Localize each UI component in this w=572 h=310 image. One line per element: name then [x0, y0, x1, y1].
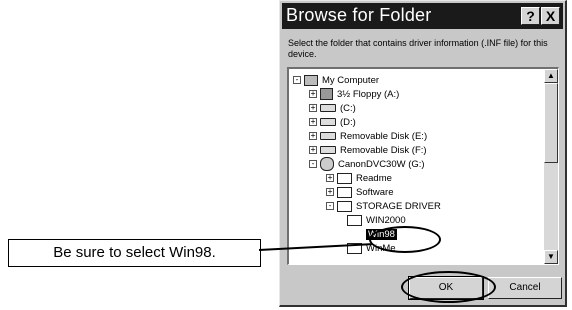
tree-item-label: (D:)	[340, 116, 356, 128]
floppy-drive-icon	[320, 88, 333, 100]
tree-item-label: WIN2000	[366, 214, 406, 226]
removable-disk-icon	[320, 146, 336, 154]
tree-item-label: Readme	[356, 172, 392, 184]
open-folder-icon	[347, 228, 362, 240]
expand-icon[interactable]: +	[309, 90, 317, 98]
folder-icon	[337, 200, 352, 212]
tree-item-canon-drive[interactable]: - CanonDVC30W (G:)	[309, 157, 425, 171]
dialog-title: Browse for Folder	[286, 5, 432, 25]
cancel-button[interactable]: Cancel	[488, 277, 562, 299]
hard-drive-icon	[320, 118, 336, 126]
expand-icon[interactable]: +	[309, 132, 317, 140]
tree-item-label: Software	[356, 186, 394, 198]
tree-item-label: 3½ Floppy (A:)	[337, 88, 400, 100]
tree-item-win2000[interactable]: WIN2000	[347, 213, 406, 227]
tree-item-readme[interactable]: + Readme	[326, 171, 392, 185]
browse-for-folder-dialog: Browse for Folder ? X Select the folder …	[279, 0, 567, 307]
tree-item-drive-d[interactable]: + (D:)	[309, 115, 356, 129]
ok-highlight-ring	[401, 271, 496, 303]
close-button[interactable]: X	[541, 7, 560, 25]
vertical-scrollbar[interactable]: ▲ ▼	[544, 69, 558, 264]
collapse-icon[interactable]: -	[309, 160, 317, 168]
tree-item-storage-driver[interactable]: - STORAGE DRIVER	[326, 199, 441, 213]
tree-item-label: Removable Disk (E:)	[340, 130, 428, 142]
tree-item-label: STORAGE DRIVER	[356, 200, 441, 212]
removable-disk-icon	[320, 132, 336, 140]
scroll-up-arrow-icon[interactable]: ▲	[544, 69, 558, 83]
tree-item-label: My Computer	[322, 74, 380, 86]
camera-drive-icon	[320, 157, 334, 171]
collapse-icon[interactable]: -	[293, 76, 301, 84]
computer-icon	[304, 74, 318, 86]
expand-icon[interactable]: +	[309, 146, 317, 154]
instruction-callout: Be sure to select Win98.	[8, 239, 261, 267]
folder-icon	[347, 214, 362, 226]
tree-item-label: Removable Disk (F:)	[340, 144, 427, 156]
hard-drive-icon	[320, 104, 336, 112]
instruction-text: Select the folder that contains driver i…	[288, 38, 548, 59]
tree-item-label: CanonDVC30W (G:)	[338, 158, 425, 170]
expand-icon[interactable]: +	[309, 104, 317, 112]
expand-icon[interactable]: +	[326, 174, 334, 182]
tree-item-drive-c[interactable]: + (C:)	[309, 101, 356, 115]
folder-icon	[337, 172, 352, 184]
tree-item-label: (C:)	[340, 102, 356, 114]
tree-item-my-computer[interactable]: - My Computer	[293, 73, 379, 87]
tree-item-removable-e[interactable]: + Removable Disk (E:)	[309, 129, 427, 143]
title-bar[interactable]: Browse for Folder ? X	[282, 3, 563, 29]
scroll-down-arrow-icon[interactable]: ▼	[544, 250, 558, 264]
scroll-thumb[interactable]	[544, 83, 558, 163]
tree-item-removable-f[interactable]: + Removable Disk (F:)	[309, 143, 427, 157]
collapse-icon[interactable]: -	[326, 202, 334, 210]
tree-item-software[interactable]: + Software	[326, 185, 394, 199]
help-button[interactable]: ?	[521, 7, 540, 25]
expand-icon[interactable]: +	[309, 118, 317, 126]
folder-icon	[337, 186, 352, 198]
win98-highlight-ring	[369, 226, 441, 253]
expand-icon[interactable]: +	[326, 188, 334, 196]
tree-item-floppy[interactable]: + 3½ Floppy (A:)	[309, 87, 399, 101]
